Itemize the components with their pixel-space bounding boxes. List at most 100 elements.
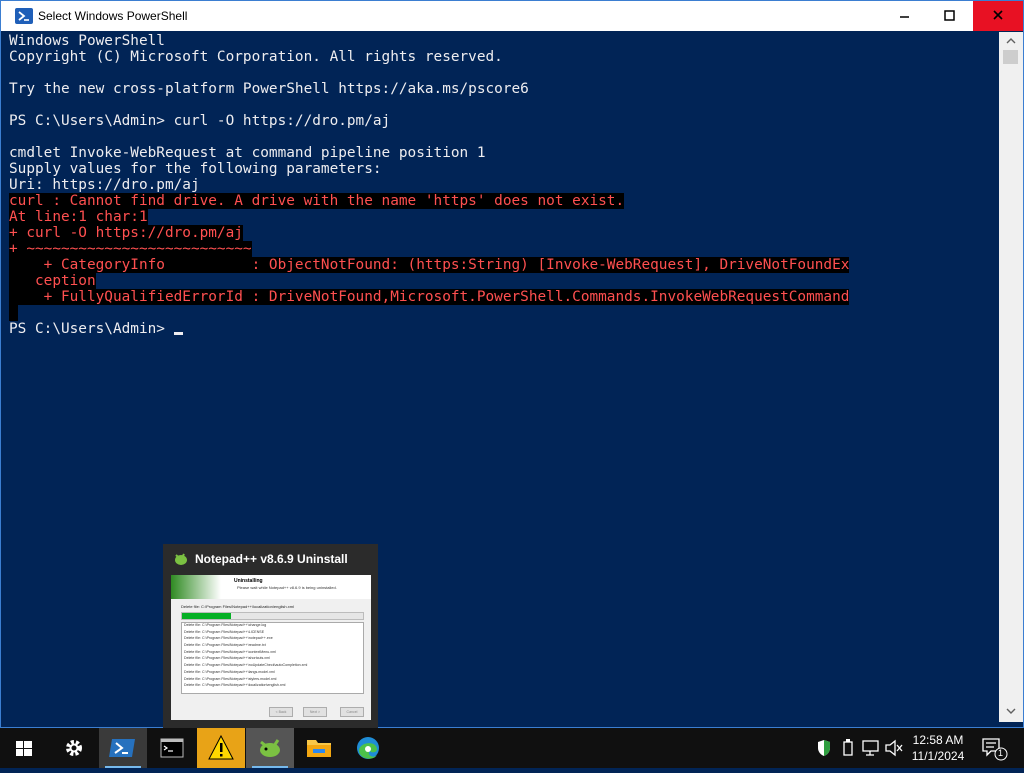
scrollbar-thumb[interactable] <box>1003 50 1018 64</box>
scroll-up-icon[interactable] <box>1005 36 1017 46</box>
clock[interactable]: 12:58 AM 11/1/2024 <box>905 732 971 764</box>
thumb-header-banner <box>171 575 221 599</box>
window-title: Select Windows PowerShell <box>38 9 188 23</box>
notepadpp-icon <box>175 553 187 565</box>
console-line-text: Uri: https://dro.pm/aj <box>9 177 200 193</box>
console-line-text: Windows PowerShell <box>9 33 165 49</box>
console-line-text: ception <box>9 273 96 289</box>
thumb-subheading: Please wait while Notepad++ v8.6.9 is be… <box>237 585 337 590</box>
thumb-file-item: Delete file: C:\Program Files\Notepad++\… <box>184 623 267 627</box>
console-line: Copyright (C) Microsoft Corporation. All… <box>9 49 999 65</box>
console-error-line: curl : Cannot find drive. A drive with t… <box>9 193 999 209</box>
preview-thumbnail[interactable]: Uninstalling Please wait while Notepad++… <box>171 575 371 720</box>
usb-device-icon <box>843 739 853 756</box>
edge-icon <box>357 737 379 759</box>
volume-tray-button[interactable] <box>883 728 905 768</box>
thumb-file-item: Delete file: C:\Program Files\Notepad++\… <box>184 683 286 688</box>
text-cursor <box>173 332 183 335</box>
console-output[interactable]: Windows PowerShell Copyright (C) Microsof… <box>9 33 999 723</box>
folder-icon <box>307 740 331 757</box>
console-error-line: At line:1 char:1 <box>9 209 999 225</box>
start-button[interactable] <box>0 728 48 768</box>
file-explorer-button[interactable] <box>295 728 343 768</box>
minimize-button[interactable] <box>881 1 927 31</box>
command-prompt-icon <box>160 738 184 758</box>
notepadpp-icon <box>260 739 280 757</box>
cmd-taskbar-button[interactable] <box>148 728 196 768</box>
console-line: Try the new cross-platform PowerShell ht… <box>9 81 999 97</box>
console-line-text: curl : Cannot find drive. A drive with t… <box>9 193 625 209</box>
maximize-icon <box>944 10 955 21</box>
close-button[interactable] <box>973 1 1023 31</box>
console-line-text: PS C:\Users\Admin> curl -O https://dro.p… <box>9 113 391 129</box>
thumb-file-item: Delete file: C:\Program Files\Notepad++\… <box>184 649 276 654</box>
scroll-down-icon[interactable] <box>1005 706 1017 716</box>
clock-date: 11/1/2024 <box>911 749 965 763</box>
console-error-line: + FullyQualifiedErrorId : DriveNotFound,… <box>9 289 999 305</box>
network-icon <box>862 740 879 756</box>
security-shield-icon <box>818 740 830 756</box>
console-line-text: Try the new cross-platform PowerShell ht… <box>9 81 529 97</box>
thumb-back-button: < Back <box>269 707 293 717</box>
taskbar: 12:58 AM 11/1/2024 1 <box>0 728 1024 768</box>
warning-taskbar-button[interactable] <box>197 728 245 768</box>
console-error-line <box>9 305 999 321</box>
console-prompt-line: PS C:\Users\Admin> <box>9 321 999 337</box>
powershell-window: Select Windows PowerShell Windows PowerS… <box>0 0 1024 728</box>
console-line-text: + curl -O https://dro.pm/aj <box>9 225 243 241</box>
thumb-file-list: Delete file: C:\Program Files\Notepad++\… <box>181 622 364 694</box>
console-line: Windows PowerShell <box>9 33 999 49</box>
thumb-header: Uninstalling Please wait while Notepad++… <box>171 575 371 599</box>
windows-logo-icon <box>16 741 32 756</box>
powershell-icon <box>15 8 33 24</box>
console-line-text: cmdlet Invoke-WebRequest at command pipe… <box>9 145 486 161</box>
minimize-icon <box>900 16 909 18</box>
usb-tray-button[interactable] <box>838 728 858 768</box>
console-line-text: + CategoryInfo : ObjectNotFound: (https:… <box>9 257 850 273</box>
thumb-next-button: Next > <box>303 707 327 717</box>
action-center-icon <box>982 738 1008 761</box>
console-error-line: + curl -O https://dro.pm/aj <box>9 225 999 241</box>
settings-button[interactable] <box>50 728 98 768</box>
warning-icon <box>208 734 234 760</box>
thumb-file-item: Delete file: C:\Program Files\Notepad++\… <box>184 643 266 648</box>
action-center-button[interactable]: 1 <box>978 728 1012 768</box>
vertical-scrollbar[interactable] <box>999 32 1023 722</box>
thumb-file-item: Delete file: C:\Program Files\Notepad++\… <box>184 676 277 681</box>
thumb-cancel-button: Cancel <box>340 707 364 717</box>
network-tray-button[interactable] <box>860 728 882 768</box>
taskbar-thumbnail-preview[interactable]: Notepad++ v8.6.9 Uninstall Uninstalling … <box>163 544 378 728</box>
console-line-text: PS C:\Users\Admin> <box>9 321 174 337</box>
title-bar[interactable]: Select Windows PowerShell <box>1 1 1023 31</box>
clock-time: 12:58 AM <box>912 733 964 747</box>
console-error-line: + CategoryInfo : ObjectNotFound: (https:… <box>9 257 999 273</box>
console-line: cmdlet Invoke-WebRequest at command pipe… <box>9 145 999 161</box>
thumb-file-item: Delete file: C:\Program Files\Notepad++\… <box>184 663 308 668</box>
console-line-text <box>9 305 18 321</box>
security-tray-button[interactable] <box>812 728 836 768</box>
notepadpp-taskbar-button[interactable] <box>246 728 294 768</box>
thumb-heading: Uninstalling <box>234 578 263 584</box>
console-line: Uri: https://dro.pm/aj <box>9 177 999 193</box>
edge-button[interactable] <box>344 728 392 768</box>
thumb-file-item: Delete file: C:\Program Files\Notepad++\… <box>184 669 275 674</box>
console-line-text: + FullyQualifiedErrorId : DriveNotFound,… <box>9 289 850 305</box>
thumb-progress-bar <box>181 612 364 620</box>
preview-title: Notepad++ v8.6.9 Uninstall <box>195 552 348 566</box>
console-line-text: Copyright (C) Microsoft Corporation. All… <box>9 49 503 65</box>
powershell-taskbar-button[interactable] <box>99 728 147 768</box>
thumb-progress-fill <box>182 613 231 619</box>
powershell-icon <box>109 739 135 757</box>
close-icon <box>993 10 1003 20</box>
console-line-text: Supply values for the following paramete… <box>9 161 382 177</box>
console-line: Supply values for the following paramete… <box>9 161 999 177</box>
volume-muted-icon <box>885 739 903 757</box>
thumb-file-item: Delete file: C:\Program Files\Notepad++\… <box>184 629 265 634</box>
thumb-file-item: Delete file: C:\Program Files\Notepad++\… <box>184 636 273 641</box>
maximize-button[interactable] <box>927 1 973 31</box>
console-error-line: + ~~~~~~~~~~~~~~~~~~~~~~~~~~ <box>9 241 999 257</box>
thumb-file-item: Delete file: C:\Program Files\Notepad++\… <box>184 656 270 661</box>
